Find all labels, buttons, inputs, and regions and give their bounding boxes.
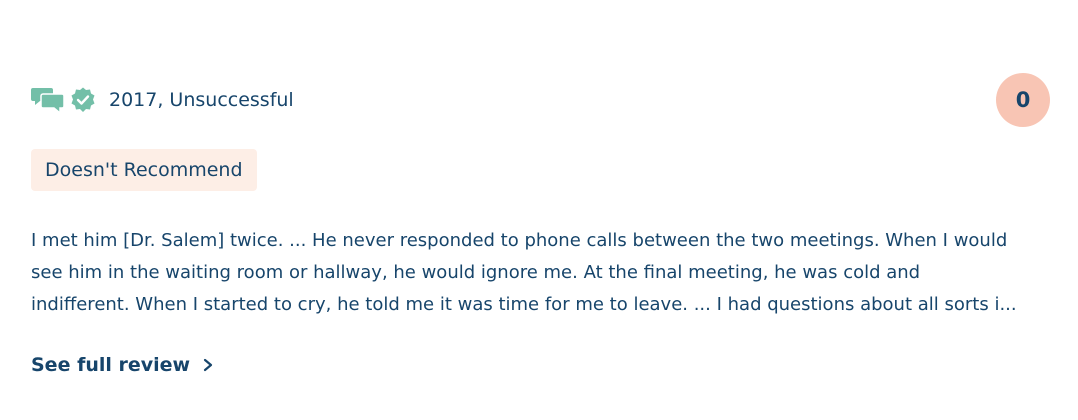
chat-bubbles-icon (31, 88, 65, 115)
review-text-line: see him in the waiting room or hallway, … (31, 262, 921, 283)
helpful-score-badge: 0 (996, 73, 1050, 127)
review-card: 2017, Unsuccessful 0 Doesn't Recommend I… (0, 0, 1078, 420)
review-year-outcome: 2017, Unsuccessful (109, 89, 294, 111)
review-text: I met him [Dr. Salem] twice. ... He neve… (31, 225, 1047, 321)
see-full-review-label: See full review (31, 354, 191, 376)
review-meta: 2017, Unsuccessful (31, 84, 294, 116)
chevron-right-icon (204, 358, 213, 372)
review-text-line: indifferent. When I started to cry, he t… (31, 294, 1017, 315)
recommendation-badge: Doesn't Recommend (31, 149, 257, 191)
review-text-line: I met him [Dr. Salem] twice. ... He neve… (31, 230, 1008, 251)
verified-badge-icon (71, 87, 95, 112)
see-full-review-link[interactable]: See full review (31, 354, 214, 376)
